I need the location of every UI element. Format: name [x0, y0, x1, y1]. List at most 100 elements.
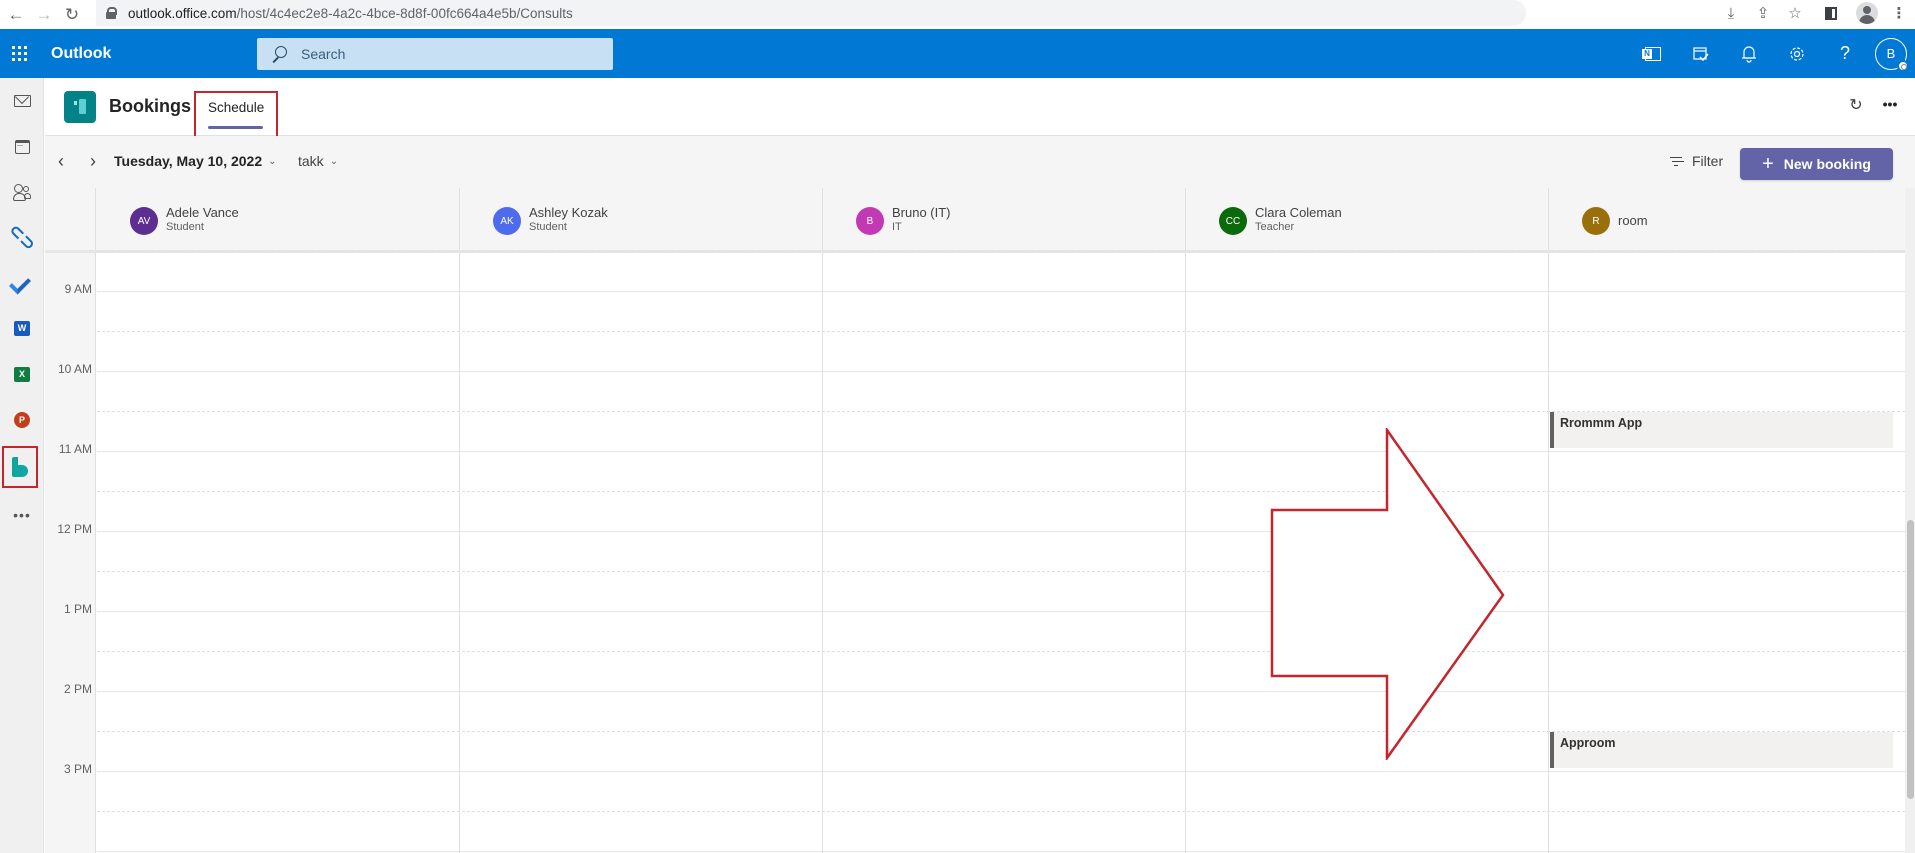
hour-gridline: [97, 691, 1905, 692]
staff-name: Bruno (IT): [892, 205, 951, 220]
staff-header-gutter: [45, 188, 96, 250]
filter-icon: [1670, 156, 1682, 166]
staff-column-header[interactable]: Rroom: [1549, 188, 1912, 250]
forward-icon[interactable]: →: [32, 3, 56, 27]
rail-item-calendar[interactable]: [0, 128, 44, 166]
schedule-toolbar: ‹ › Tuesday, May 10, 2022 ⌄ takk ⌄ Filte…: [45, 136, 1915, 188]
hour-gridline: [97, 371, 1905, 372]
staff-role: Teacher: [1255, 221, 1295, 233]
filter-label: Filter: [1692, 153, 1724, 169]
date-picker[interactable]: Tuesday, May 10, 2022 ⌄: [114, 153, 277, 169]
booking-title: Approom: [1560, 736, 1616, 750]
onenote-icon[interactable]: [1629, 29, 1677, 78]
booking-event[interactable]: Rrommm App: [1550, 412, 1893, 448]
time-label: 3 PM: [63, 762, 92, 776]
rail-item-excel[interactable]: X: [0, 355, 44, 393]
half-hour-gridline: [97, 331, 1905, 332]
tab-selected-indicator: [208, 126, 263, 129]
rail-item-people[interactable]: [0, 173, 44, 211]
hour-gridline: [97, 611, 1905, 612]
time-label: 10 AM: [57, 362, 92, 376]
staff-name: Clara Coleman: [1255, 205, 1342, 220]
account-initial: B: [1886, 46, 1896, 61]
rail-item-word[interactable]: W: [0, 309, 44, 347]
staff-group-label: takk: [298, 153, 324, 169]
staff-header-row: AV Adele Vance Student AK Ashley Kozak Studen…: [45, 188, 1912, 253]
browser-toolbar: ← → ↻ outlook.office.com/host/4c4ec2e8-4…: [0, 0, 1915, 29]
more-options-icon[interactable]: •••: [1880, 94, 1900, 114]
new-booking-button[interactable]: + New booking: [1740, 148, 1893, 180]
time-label: 1 PM: [63, 602, 92, 616]
rail-item-bookings[interactable]: [2, 446, 38, 488]
account-avatar[interactable]: B: [1875, 37, 1909, 72]
staff-column-header[interactable]: AV Adele Vance Student: [97, 188, 460, 250]
tab-schedule-label: Schedule: [208, 100, 265, 115]
my-day-icon[interactable]: [1677, 29, 1725, 78]
install-icon[interactable]: ⤓: [1715, 0, 1747, 26]
hour-gridline: [97, 851, 1905, 852]
bell-icon[interactable]: [1725, 29, 1773, 78]
calendar-icon: [14, 140, 30, 154]
app-name[interactable]: Outlook: [51, 45, 111, 63]
rail-item-todo[interactable]: [0, 264, 44, 302]
tab-schedule[interactable]: Schedule: [194, 91, 278, 139]
chevron-down-icon: ⌄: [268, 155, 277, 167]
column-divider: [822, 253, 823, 853]
star-icon[interactable]: ☆: [1779, 0, 1811, 26]
bookings-logo-icon: [64, 91, 96, 123]
hour-gridline: [97, 531, 1905, 532]
time-label: 2 PM: [63, 682, 92, 696]
booking-title: Rrommm App: [1560, 416, 1643, 430]
chevron-down-icon: ⌄: [329, 155, 339, 167]
staff-name: room: [1618, 213, 1648, 228]
staff-group-dropdown[interactable]: takk ⌄: [298, 153, 338, 169]
bookings-header: Bookings Schedule ↻ •••: [45, 78, 1915, 139]
back-icon[interactable]: ←: [4, 3, 28, 27]
hour-gridline: [97, 451, 1905, 452]
url-path: /host/4c4ec2e8-4a2c-4bce-8d8f-00fc664a4e…: [236, 5, 573, 21]
staff-avatar: CC: [1219, 207, 1247, 235]
profile-icon[interactable]: [1851, 0, 1883, 26]
help-icon[interactable]: ?: [1821, 29, 1869, 78]
refresh-icon[interactable]: ↻: [1847, 96, 1865, 114]
time-label: 9 AM: [64, 282, 92, 296]
filter-button[interactable]: Filter: [1670, 153, 1723, 169]
paperclip-icon: ⊂⊃: [4, 218, 41, 255]
people-icon: [13, 184, 31, 201]
kebab-menu-icon[interactable]: ⋮: [1883, 0, 1915, 26]
address-bar[interactable]: outlook.office.com/host/4c4ec2e8-4a2c-4b…: [96, 0, 1526, 26]
staff-role: IT: [892, 221, 902, 233]
app-rail: ⊂⊃ W X P •••: [0, 78, 44, 853]
staff-column-header[interactable]: AK Ashley Kozak Student: [460, 188, 823, 250]
staff-avatar: AK: [493, 207, 521, 235]
next-day-button[interactable]: ›: [83, 151, 103, 171]
date-label: Tuesday, May 10, 2022: [114, 153, 263, 169]
rail-item-files[interactable]: ⊂⊃: [0, 218, 44, 256]
page-title: Bookings: [109, 96, 192, 116]
url-host: outlook.office.com: [128, 5, 237, 21]
search-icon: [271, 46, 287, 62]
staff-column-header[interactable]: B Bruno (IT) IT: [823, 188, 1186, 250]
rail-item-more-apps[interactable]: •••: [0, 496, 44, 534]
todo-check-icon: [12, 277, 32, 289]
rail-item-mail[interactable]: [0, 82, 44, 120]
powerpoint-icon: P: [14, 412, 30, 428]
sidepanel-icon[interactable]: [1811, 0, 1851, 26]
previous-day-button[interactable]: ‹: [51, 151, 71, 171]
search-input[interactable]: [301, 46, 601, 62]
half-hour-gridline: [97, 811, 1905, 812]
column-divider: [459, 253, 460, 853]
scrollbar-thumb[interactable]: [1907, 519, 1914, 799]
search-box[interactable]: [257, 38, 613, 70]
plus-icon: +: [1762, 153, 1774, 175]
gear-icon[interactable]: [1773, 29, 1821, 78]
reload-icon[interactable]: ↻: [60, 3, 84, 27]
staff-role: Student: [529, 221, 567, 233]
staff-column-header[interactable]: CC Clara Coleman Teacher: [1186, 188, 1549, 250]
time-grid[interactable]: 9 AM 10 AM 11 AM 12 PM 1 PM 2 PM 3 PM Rrommm A…: [45, 251, 1905, 853]
booking-event[interactable]: Approom: [1550, 732, 1893, 768]
app-launcher-icon[interactable]: [0, 29, 38, 78]
suite-header: Outlook ? B: [0, 29, 1915, 78]
rail-item-powerpoint[interactable]: P: [0, 401, 44, 439]
share-icon[interactable]: ⇪: [1747, 0, 1779, 26]
